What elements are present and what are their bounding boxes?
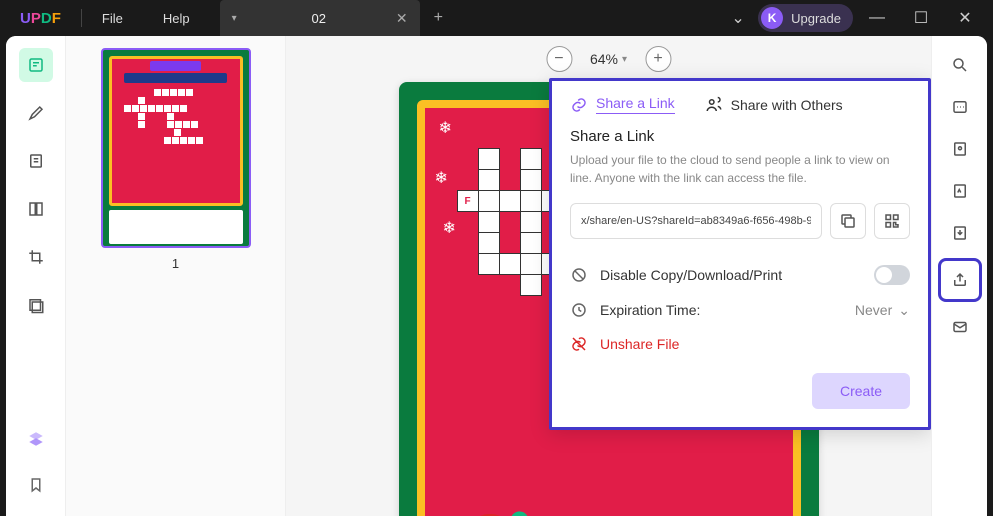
tab-title: 02 xyxy=(277,11,361,26)
tab-close-icon[interactable]: ✕ xyxy=(396,10,408,27)
tool-redact[interactable] xyxy=(19,288,53,322)
ocr-icon[interactable] xyxy=(943,90,977,124)
create-button[interactable]: Create xyxy=(812,373,910,409)
bookmark-icon[interactable] xyxy=(19,468,53,502)
people-icon xyxy=(705,96,723,114)
unlink-icon xyxy=(570,335,588,353)
page-thumbnail[interactable] xyxy=(101,48,251,248)
share-heading: Share a Link xyxy=(570,128,910,145)
tool-edit[interactable] xyxy=(19,144,53,178)
clock-icon xyxy=(570,301,588,319)
zoom-in-button[interactable]: + xyxy=(645,46,671,72)
app-logo: UPDF xyxy=(0,10,81,27)
chevron-down-icon: ▾ xyxy=(622,54,627,65)
disable-copy-toggle[interactable] xyxy=(874,265,910,285)
window-close-button[interactable]: ✕ xyxy=(945,4,985,32)
thumbnail-page-number: 1 xyxy=(78,256,273,271)
layers-icon[interactable] xyxy=(19,422,53,456)
share-link-input[interactable] xyxy=(570,203,822,239)
tool-comment[interactable] xyxy=(19,96,53,130)
tool-crop[interactable] xyxy=(19,240,53,274)
share-panel: Share a Link Share with Others Share a L… xyxy=(549,78,931,430)
unshare-button[interactable]: Unshare File xyxy=(570,327,910,361)
tab-dropdown-icon[interactable]: ▾ xyxy=(232,13,237,24)
share-description: Upload your file to the cloud to send pe… xyxy=(570,151,910,187)
copy-link-button[interactable] xyxy=(830,203,866,239)
search-icon[interactable] xyxy=(943,48,977,82)
snowflake-icon: ❄ xyxy=(439,118,452,138)
zoom-level[interactable]: 64%▾ xyxy=(590,51,627,67)
link-icon xyxy=(570,96,588,114)
tool-reader[interactable] xyxy=(19,48,53,82)
export-icon[interactable] xyxy=(943,216,977,250)
share-tab-link[interactable]: Share a Link xyxy=(570,95,675,114)
menu-file[interactable]: File xyxy=(82,11,143,26)
expiration-label: Expiration Time: xyxy=(600,302,700,318)
disable-copy-label: Disable Copy/Download/Print xyxy=(600,267,782,283)
qrcode-button[interactable] xyxy=(874,203,910,239)
tool-organize[interactable] xyxy=(19,192,53,226)
snowflake-icon: ❄ xyxy=(443,218,456,238)
zoom-out-button[interactable]: − xyxy=(546,46,572,72)
pdfa-icon[interactable] xyxy=(943,174,977,208)
chevron-down-icon: ⌄ xyxy=(898,302,910,319)
email-icon[interactable] xyxy=(943,310,977,344)
watermark-icon[interactable] xyxy=(943,132,977,166)
expiration-dropdown[interactable]: Never⌄ xyxy=(855,302,910,319)
window-minimize-button[interactable]: — xyxy=(857,4,897,32)
share-icon[interactable] xyxy=(943,263,977,297)
new-tab-button[interactable]: + xyxy=(420,9,457,27)
snowflake-icon: ❄ xyxy=(435,168,448,188)
user-avatar-badge: K xyxy=(761,7,783,29)
menu-help[interactable]: Help xyxy=(143,11,210,26)
tray-dropdown-icon[interactable]: ⌄ xyxy=(722,4,754,32)
share-tab-others[interactable]: Share with Others xyxy=(705,95,843,114)
window-maximize-button[interactable]: ☐ xyxy=(901,4,941,32)
document-tab[interactable]: ▾ 02 ✕ xyxy=(220,0,420,36)
block-icon xyxy=(570,266,588,284)
upgrade-button[interactable]: K Upgrade xyxy=(758,4,853,32)
